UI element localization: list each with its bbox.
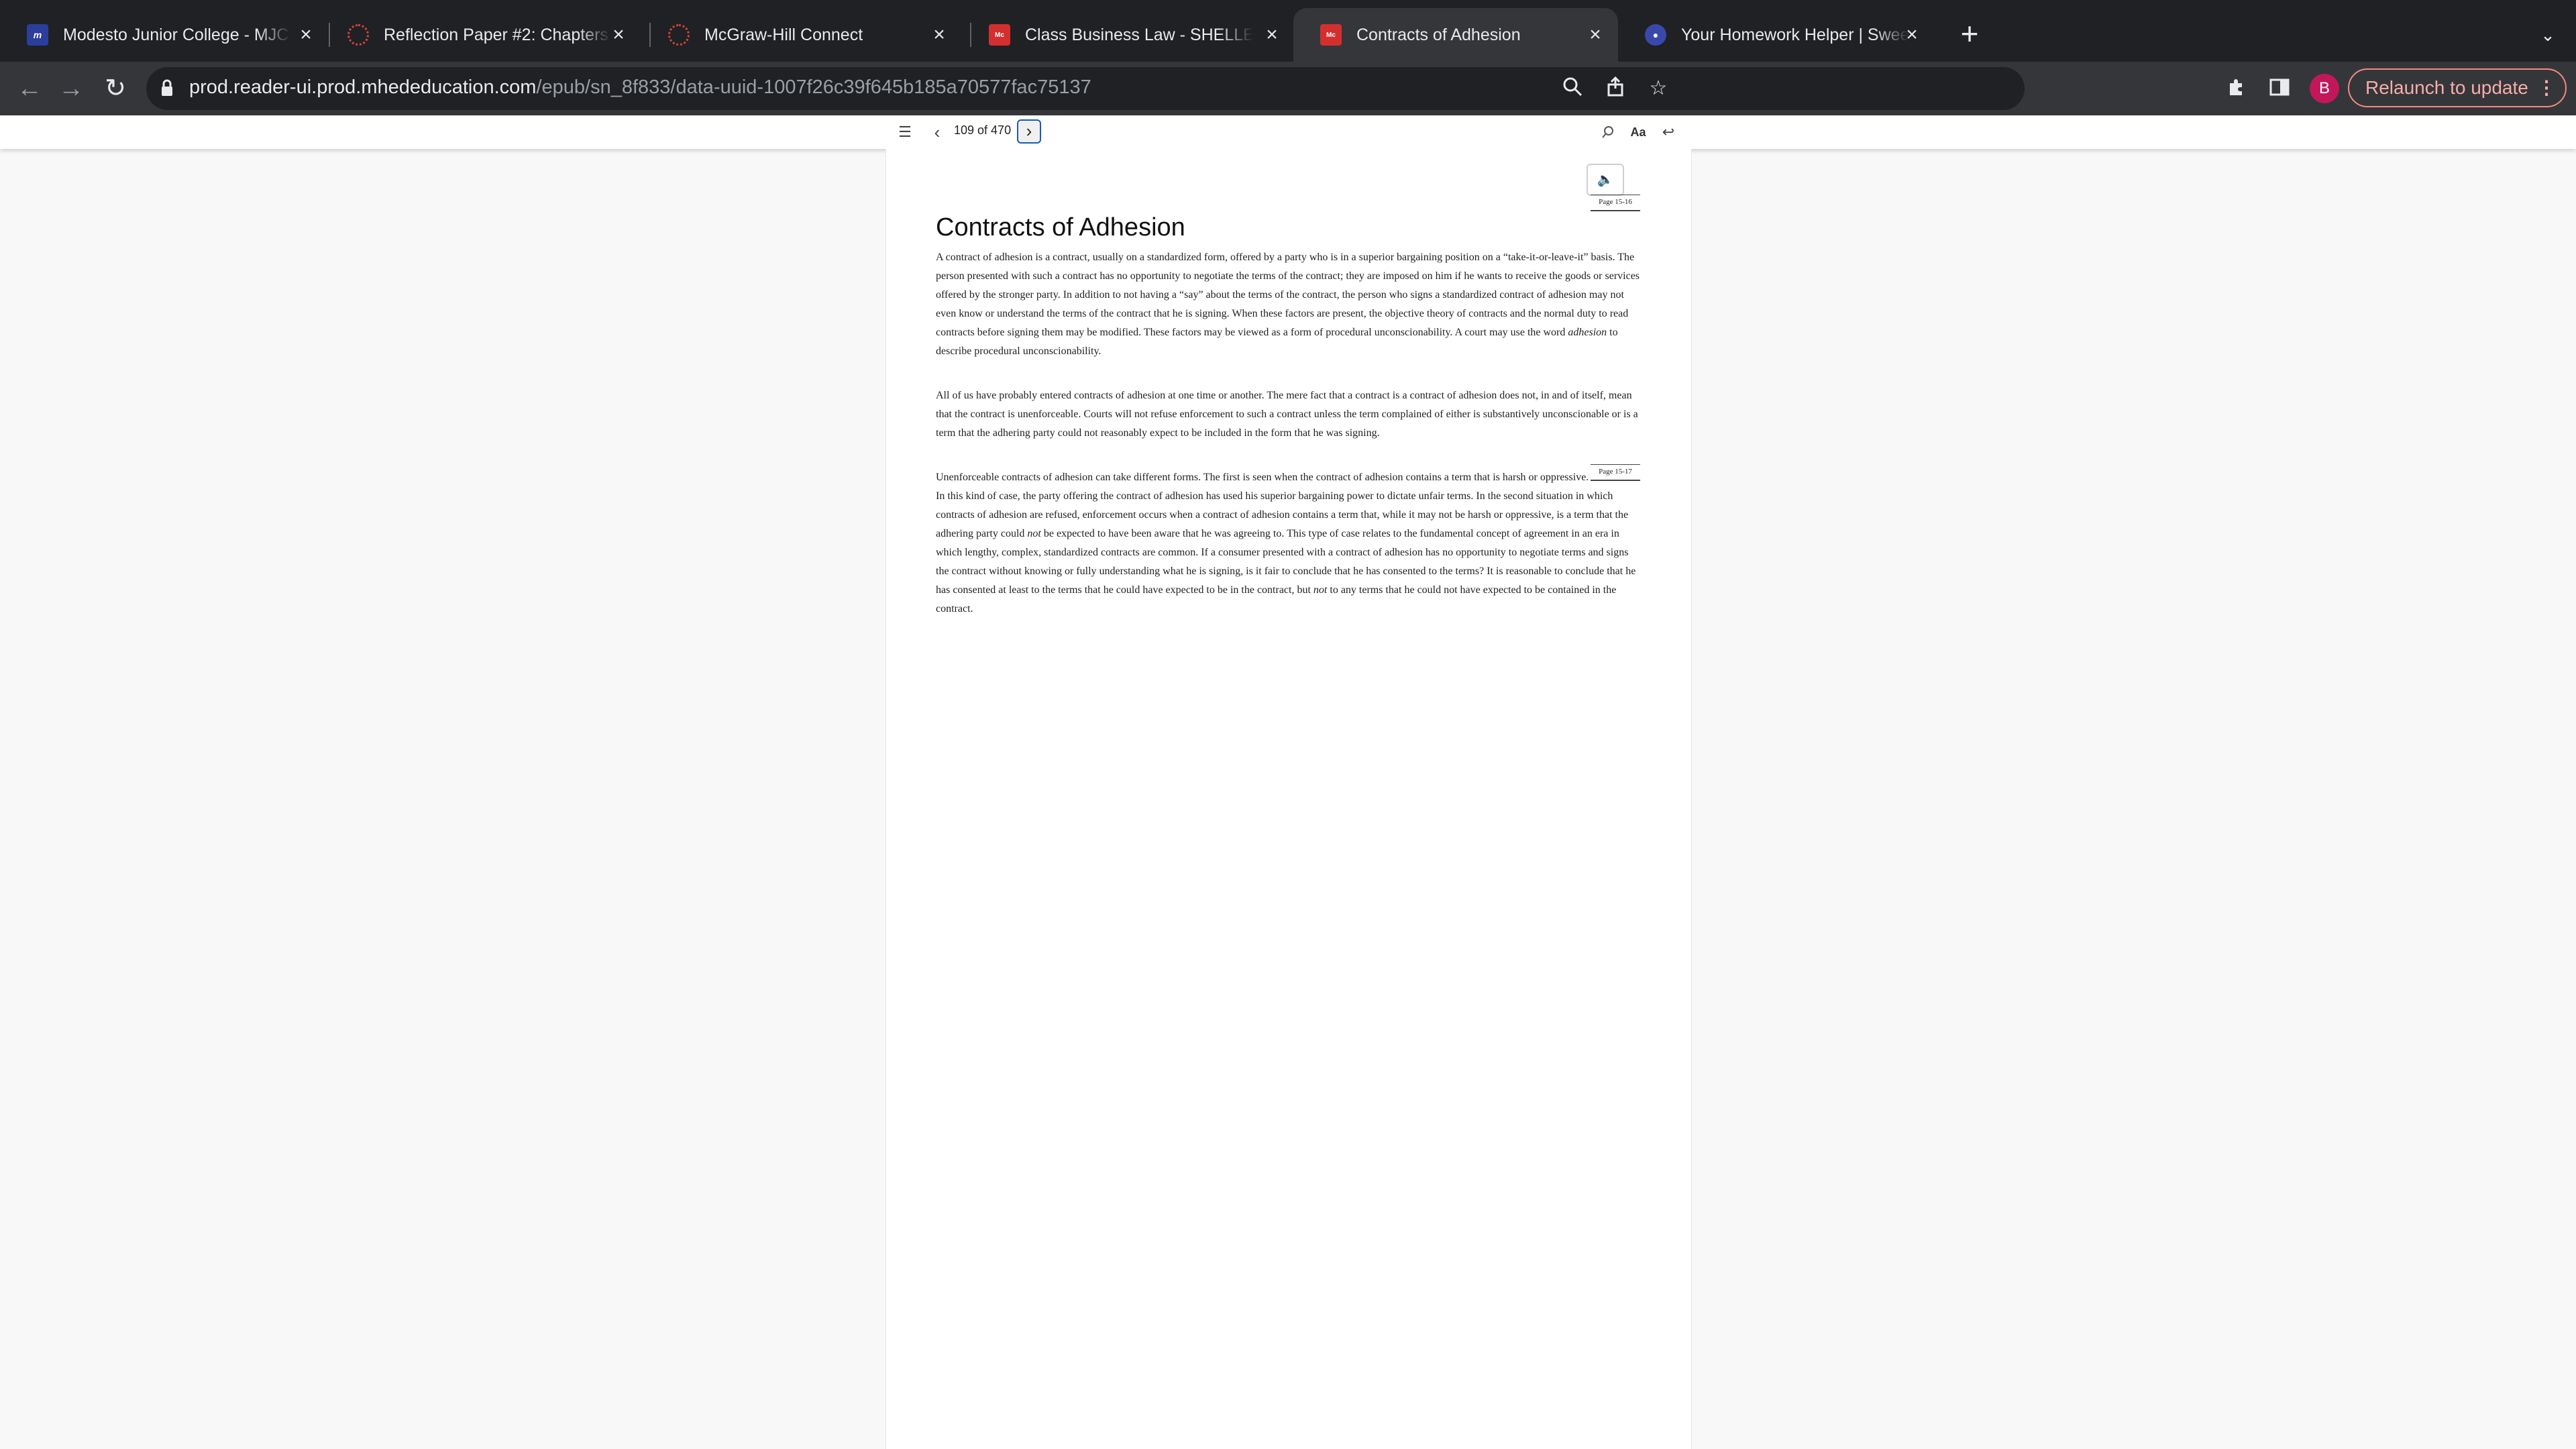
- close-icon[interactable]: ×: [1261, 24, 1283, 46]
- mcgraw-hill-icon: Mc: [989, 24, 1010, 46]
- close-icon[interactable]: ×: [608, 24, 629, 46]
- tab-reflection-paper[interactable]: Reflection Paper #2: Chapters ×: [321, 8, 641, 62]
- lock-icon: [162, 79, 172, 96]
- canvas-icon: [668, 24, 690, 46]
- url-path: /epub/sn_8f833/data-uuid-1007f26c39f645b…: [536, 76, 1091, 98]
- font-settings-button[interactable]: Aa: [1626, 121, 1650, 144]
- side-panel-icon[interactable]: [2267, 76, 2292, 101]
- tab-title: Class Business Law - SHELLEY: [1025, 25, 1253, 44]
- reader-page: 🔈 Page 15-16 Contracts of Adhesion A con…: [885, 149, 1692, 1449]
- zoom-icon[interactable]: [1560, 76, 1585, 101]
- tab-title: Modesto Junior College - MJC: [63, 25, 289, 44]
- paragraph-2: All of us have probably entered contract…: [936, 390, 1638, 439]
- chevron-down-icon[interactable]: ⌄: [2529, 16, 2567, 54]
- paragraph-1: A contract of adhesion is a contract, us…: [936, 248, 1643, 361]
- paragraph-text: A contract of adhesion is a contract, us…: [936, 252, 1640, 338]
- relaunch-to-update-button[interactable]: Relaunch to update ⋮: [2348, 68, 2567, 107]
- extensions-puzzle-icon[interactable]: [2224, 76, 2249, 101]
- previous-page-button[interactable]: ‹: [927, 121, 947, 144]
- new-tab-button[interactable]: +: [1951, 15, 1988, 52]
- next-page-button[interactable]: ›: [1017, 119, 1041, 144]
- table-of-contents-icon[interactable]: ☰: [895, 121, 915, 144]
- mjc-logo-icon: m: [27, 24, 48, 46]
- tab-title: Reflection Paper #2: Chapters: [384, 25, 608, 44]
- emphasis: not: [1027, 528, 1041, 539]
- emphasis: not: [1313, 584, 1328, 596]
- back-button[interactable]: ←: [9, 68, 50, 109]
- tab-title: Your Homework Helper | Sweet: [1681, 25, 1909, 44]
- tab-title: Contracts of Adhesion: [1356, 25, 1521, 44]
- close-icon[interactable]: ×: [295, 24, 317, 46]
- close-icon[interactable]: ×: [1901, 24, 1923, 46]
- homework-helper-icon: ●: [1645, 24, 1666, 46]
- address-bar[interactable]: prod.reader-ui.prod.mhededucation.com/ep…: [146, 67, 2025, 110]
- tab-homework-helper[interactable]: ● Your Homework Helper | Sweet ×: [1618, 8, 1935, 62]
- paragraph-3: Unenforceable contracts of adhesion can …: [936, 468, 1643, 619]
- url-host: prod.reader-ui.prod.mhededucation.com: [189, 76, 537, 98]
- canvas-icon: [347, 24, 369, 46]
- close-icon[interactable]: ×: [1585, 24, 1606, 46]
- share-icon[interactable]: [1603, 76, 1627, 101]
- tab-contracts-of-adhesion[interactable]: Mc Contracts of Adhesion ×: [1293, 8, 1618, 62]
- tab-title: McGraw-Hill Connect: [704, 25, 863, 44]
- url-text: prod.reader-ui.prod.mhededucation.com/ep…: [189, 76, 1091, 99]
- tab-mjc[interactable]: m Modesto Junior College - MJC ×: [0, 8, 329, 62]
- marker-spacer: [1589, 468, 1643, 487]
- reader-toolbar: ☰ ‹ 109 of 470 › Aa ↩: [0, 115, 2576, 149]
- profile-avatar[interactable]: B: [2310, 74, 2339, 103]
- bookmark-star-icon[interactable]: ☆: [1646, 76, 1670, 101]
- audio-speaker-icon[interactable]: 🔈: [1587, 164, 1624, 196]
- kebab-menu-icon[interactable]: ⋮: [2537, 70, 2556, 106]
- tab-strip: m Modesto Junior College - MJC × Reflect…: [0, 0, 2576, 62]
- relaunch-label: Relaunch to update: [2365, 77, 2528, 98]
- emphasis: adhesion: [1568, 327, 1607, 338]
- close-icon[interactable]: ×: [928, 24, 950, 46]
- search-icon[interactable]: [1598, 121, 1618, 144]
- page-title: Contracts of Adhesion: [936, 213, 1185, 241]
- tab-mcgraw-hill-connect[interactable]: McGraw-Hill Connect ×: [641, 8, 962, 62]
- reload-button[interactable]: ↻: [95, 68, 136, 109]
- tab-class-business-law[interactable]: Mc Class Business Law - SHELLEY ×: [962, 8, 1295, 62]
- page-indicator: 109 of 470: [954, 123, 1012, 137]
- forward-button[interactable]: →: [51, 68, 91, 109]
- page-marker: Page 15-16: [1591, 195, 1640, 211]
- mcgraw-hill-icon: Mc: [1320, 24, 1342, 46]
- browser-toolbar: ← → ↻ prod.reader-ui.prod.mhededucation.…: [0, 62, 2576, 115]
- return-icon[interactable]: ↩: [1658, 121, 1678, 144]
